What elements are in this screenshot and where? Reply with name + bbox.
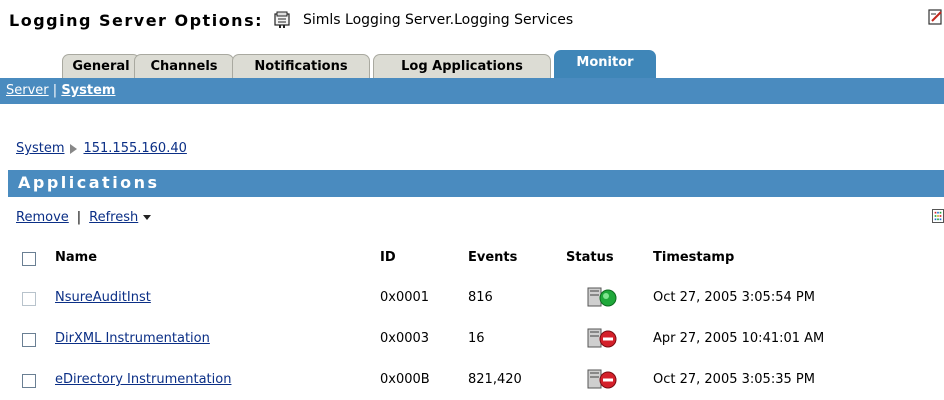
application-events: 821,420 (468, 372, 522, 387)
column-header-id[interactable]: ID (380, 250, 396, 265)
server-stopped-icon (587, 328, 617, 348)
row-checkbox[interactable] (22, 292, 36, 306)
remove-link[interactable]: Remove (16, 210, 69, 225)
tab-log-applications[interactable]: Log Applications (373, 54, 551, 78)
server-object-icon (274, 11, 290, 28)
application-timestamp: Oct 27, 2005 3:05:54 PM (653, 290, 815, 305)
application-timestamp: Oct 27, 2005 3:05:35 PM (653, 372, 815, 387)
breadcrumb-arrow-icon (70, 143, 78, 154)
row-checkbox[interactable] (22, 374, 36, 388)
page-title: Logging Server Options: (9, 10, 263, 30)
edit-icon[interactable] (928, 8, 944, 26)
chevron-down-icon[interactable] (143, 215, 152, 220)
tab-general[interactable]: General (62, 54, 140, 78)
subnav-bar: Server | System (0, 78, 944, 104)
column-header-events[interactable]: Events (468, 250, 517, 265)
tab-notifications[interactable]: Notifications (232, 54, 370, 78)
application-id: 0x0003 (380, 331, 430, 346)
application-id: 0x0001 (380, 290, 430, 305)
column-header-timestamp[interactable]: Timestamp (653, 250, 734, 265)
breadcrumb-server-link[interactable]: 151.155.160.40 (83, 141, 186, 156)
row-checkbox[interactable] (22, 333, 36, 347)
server-running-icon (587, 287, 617, 307)
application-events: 816 (468, 290, 493, 305)
applications-title: Applications (18, 173, 160, 192)
application-name-link[interactable]: NsureAuditInst (55, 290, 151, 305)
title-row: Logging Server Options: Simls Logging Se… (9, 8, 573, 32)
application-events: 16 (468, 331, 485, 346)
server-stopped-icon (587, 369, 617, 389)
breadcrumb: System 151.155.160.40 (16, 141, 187, 156)
refresh-link[interactable]: Refresh (89, 210, 138, 225)
select-all-checkbox[interactable] (22, 252, 36, 266)
application-timestamp: Apr 27, 2005 10:41:01 AM (653, 331, 825, 346)
tab-strip: General Channels Notifications Log Appli… (0, 50, 944, 78)
table-actions: Remove | Refresh (16, 210, 152, 225)
subnav-server-link[interactable]: Server (6, 83, 49, 98)
subnav-separator: | (52, 83, 58, 98)
breadcrumb-system-link[interactable]: System (16, 141, 64, 156)
subnav-links: Server | System (6, 83, 115, 98)
tab-monitor[interactable]: Monitor (554, 50, 656, 78)
column-chooser-icon[interactable] (932, 209, 944, 223)
actions-separator: | (76, 210, 82, 225)
applications-header: Applications (8, 170, 944, 197)
application-name-link[interactable]: DirXML Instrumentation (55, 331, 210, 346)
column-header-name[interactable]: Name (55, 250, 97, 265)
page-subject: Simls Logging Server.Logging Services (303, 12, 574, 28)
column-header-status[interactable]: Status (566, 250, 614, 265)
application-name-link[interactable]: eDirectory Instrumentation (55, 372, 231, 387)
tab-channels[interactable]: Channels (134, 54, 234, 78)
application-id: 0x000B (380, 372, 430, 387)
subnav-system-link[interactable]: System (61, 83, 115, 98)
